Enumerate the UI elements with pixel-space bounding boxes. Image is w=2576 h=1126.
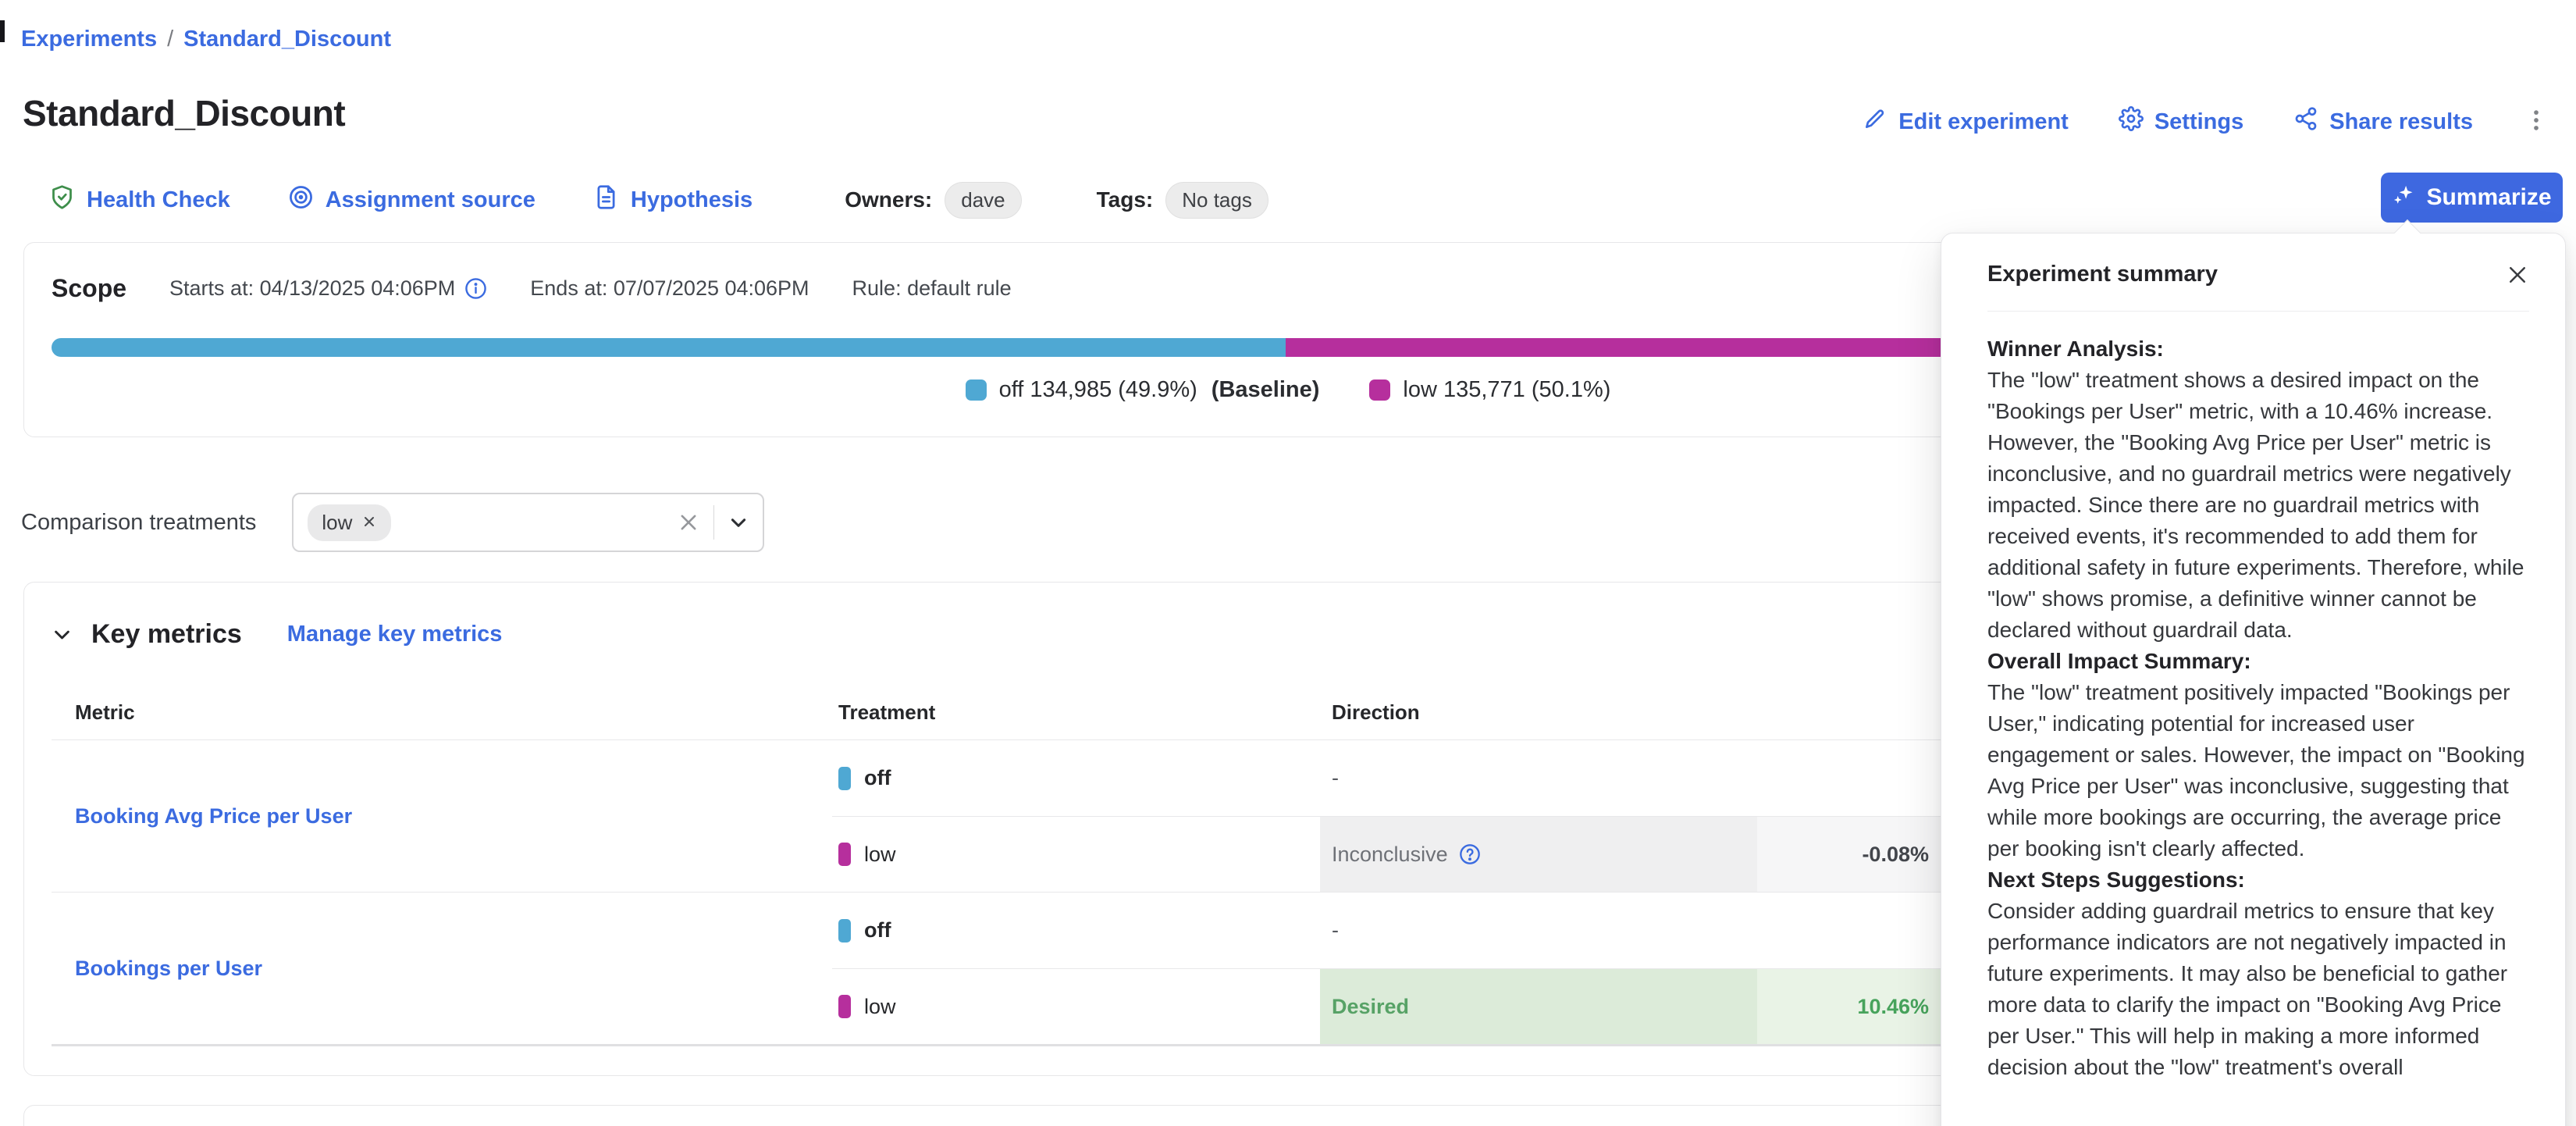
breadcrumb-current-link[interactable]: Standard_Discount <box>183 27 391 52</box>
experiment-page: Experiments / Standard_Discount Standard… <box>0 0 2576 1126</box>
treatment-cell: low <box>832 816 1320 892</box>
select-divider <box>713 505 714 540</box>
column-header-metric: Metric <box>52 700 832 725</box>
baseline-badge: (Baseline) <box>1212 377 1320 403</box>
info-icon[interactable] <box>464 277 487 300</box>
toolbar: Health Check Assignment source Hypothesi… <box>49 176 1268 223</box>
tab-health-check[interactable]: Health Check <box>49 184 230 216</box>
off-swatch <box>838 767 851 790</box>
breadcrumb-separator: / <box>167 27 173 52</box>
treatment-cell: off <box>832 893 1320 968</box>
owner-pill[interactable]: dave <box>945 182 1021 219</box>
tab-assignment-source[interactable]: Assignment source <box>288 184 535 216</box>
screen-edge-artifact <box>0 20 5 42</box>
chevron-down-icon[interactable] <box>728 512 749 533</box>
document-icon <box>593 184 619 216</box>
direction-cell: - <box>1320 740 1757 816</box>
edit-experiment-button[interactable]: Edit experiment <box>1863 106 2069 137</box>
page-title: Standard_Discount <box>23 92 345 134</box>
scope-starts-at: Starts at: 04/13/2025 04:06PM <box>169 276 487 301</box>
key-metrics-title: Key metrics <box>91 619 242 650</box>
direction-cell-desired: Desired <box>1320 968 1757 1044</box>
scope-header-row: Scope Starts at: 04/13/2025 04:06PM Ends… <box>52 274 1055 303</box>
column-header-direction: Direction <box>1320 700 1757 725</box>
low-swatch <box>838 995 851 1018</box>
settings-button[interactable]: Settings <box>2119 106 2243 137</box>
off-swatch <box>838 919 851 942</box>
scope-ends-at: Ends at: 07/07/2025 04:06PM <box>530 276 809 301</box>
column-header-treatment: Treatment <box>832 700 1320 725</box>
collapse-chevron-icon[interactable] <box>52 624 73 645</box>
share-results-button[interactable]: Share results <box>2293 106 2473 137</box>
comparison-treatments-label: Comparison treatments <box>21 510 256 536</box>
treatment-cell: off <box>832 740 1320 816</box>
kebab-icon <box>2523 107 2549 137</box>
low-swatch <box>838 843 851 866</box>
question-circle-icon[interactable] <box>1459 843 1481 865</box>
allocation-segment-off <box>52 338 1286 357</box>
metric-link[interactable]: Booking Avg Price per User <box>75 804 352 828</box>
tags-group: Tags: No tags <box>1097 182 1268 219</box>
manage-key-metrics-link[interactable]: Manage key metrics <box>287 622 503 647</box>
owners-group: Owners: dave <box>845 182 1021 219</box>
legend-item-off: off 134,985 (49.9%) (Baseline) <box>966 377 1320 403</box>
direction-cell-inconclusive: Inconclusive <box>1320 816 1757 892</box>
treatment-cell: low <box>832 968 1320 1044</box>
close-icon[interactable] <box>2506 263 2529 287</box>
select-clear-icon[interactable] <box>678 511 699 533</box>
low-swatch <box>1369 379 1390 401</box>
value-cell: 10.46% <box>1757 968 1968 1044</box>
gear-icon <box>2119 106 2144 137</box>
summary-text: Winner Analysis: The "low" treatment sho… <box>1987 333 2535 1083</box>
overall-impact-body: The "low" treatment positively impacted … <box>1987 677 2535 864</box>
metric-link[interactable]: Bookings per User <box>75 957 262 981</box>
tab-hypothesis[interactable]: Hypothesis <box>593 184 753 216</box>
direction-cell: - <box>1320 893 1757 968</box>
sparkles-icon <box>2392 183 2416 213</box>
treatment-chip-low[interactable]: low <box>308 504 391 541</box>
winner-analysis-body: The "low" treatment shows a desired impa… <box>1987 365 2535 646</box>
target-icon <box>288 184 314 216</box>
legend-item-low: low 135,771 (50.1%) <box>1369 377 1610 403</box>
off-swatch <box>966 379 987 401</box>
value-cell: -0.08% <box>1757 816 1968 892</box>
shield-check-icon <box>49 184 75 216</box>
chip-remove-icon[interactable] <box>361 511 377 535</box>
more-options-button[interactable] <box>2523 107 2549 137</box>
overall-impact-heading: Overall Impact Summary: <box>1987 646 2535 677</box>
treatment-select[interactable]: low <box>292 493 764 552</box>
tags-pill[interactable]: No tags <box>1165 182 1268 219</box>
summary-panel-title: Experiment summary <box>1987 262 2218 287</box>
next-steps-heading: Next Steps Suggestions: <box>1987 864 2535 896</box>
breadcrumb: Experiments / Standard_Discount <box>21 27 391 52</box>
scope-title: Scope <box>52 274 126 303</box>
header-actions: Edit experiment Settings Share results <box>1863 106 2549 137</box>
scope-rule: Rule: default rule <box>852 276 1012 301</box>
next-steps-body: Consider adding guardrail metrics to ens… <box>1987 896 2535 1083</box>
summarize-button[interactable]: Summarize <box>2381 173 2563 223</box>
tags-label: Tags: <box>1097 187 1154 212</box>
share-icon <box>2293 106 2318 137</box>
panel-divider <box>1987 311 2529 312</box>
winner-analysis-heading: Winner Analysis: <box>1987 333 2535 365</box>
experiment-summary-panel: Experiment summary Winner Analysis: The … <box>1941 233 2566 1126</box>
summary-panel-header: Experiment summary <box>1987 262 2529 287</box>
comparison-treatments-row: Comparison treatments low <box>21 493 764 552</box>
pencil-icon <box>1863 106 1888 137</box>
owners-label: Owners: <box>845 187 932 212</box>
breadcrumb-experiments-link[interactable]: Experiments <box>21 27 157 52</box>
